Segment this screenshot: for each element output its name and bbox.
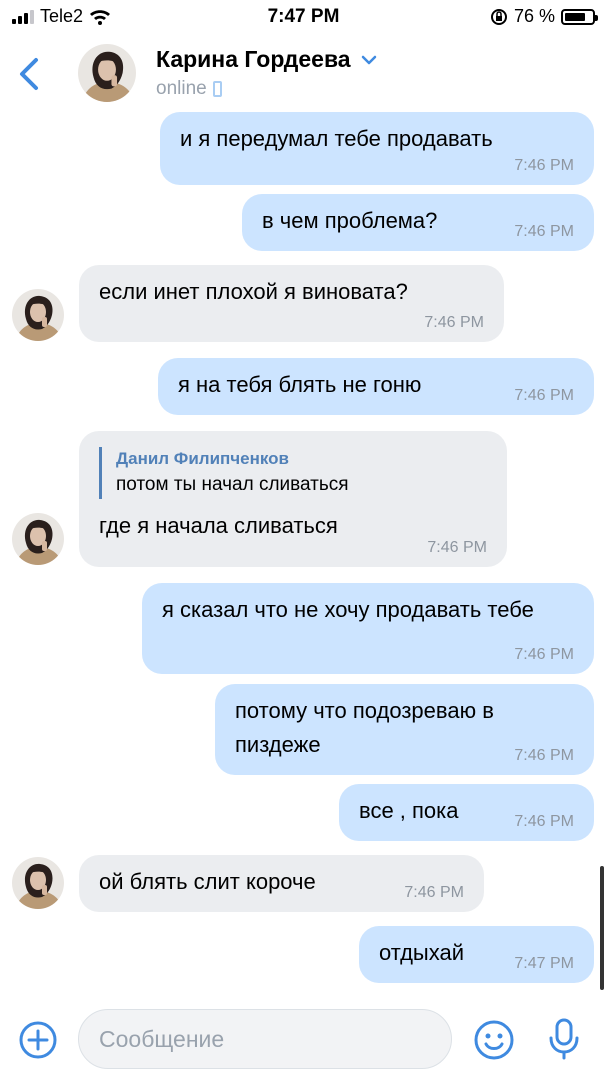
online-label: online bbox=[156, 78, 207, 99]
sender-avatar[interactable] bbox=[12, 513, 64, 565]
phone-icon bbox=[212, 81, 222, 97]
status-bar: Tele2 7:47 PM 76 % bbox=[0, 0, 607, 34]
scrollbar[interactable] bbox=[600, 866, 604, 990]
message-text: и я передумал тебе продавать bbox=[180, 126, 493, 151]
message-bubble-outgoing[interactable]: я на тебя блять не гоню 7:46 PM bbox=[158, 358, 594, 415]
message-bubble-outgoing[interactable]: отдыхай 7:47 PM bbox=[359, 926, 594, 983]
contact-name-button[interactable]: Карина Гордеева bbox=[156, 46, 377, 73]
message-time: 7:46 PM bbox=[514, 813, 574, 830]
message-text: я сказал что не хочу продавать тебе bbox=[162, 597, 534, 622]
chevron-down-icon bbox=[361, 55, 376, 64]
message-bubble-outgoing[interactable]: я сказал что не хочу продавать тебе 7:46… bbox=[142, 583, 594, 674]
sender-avatar[interactable] bbox=[12, 857, 64, 909]
message-time: 7:46 PM bbox=[404, 884, 464, 901]
message-bubble-outgoing[interactable]: все , пока 7:46 PM bbox=[339, 784, 594, 841]
orientation-lock-icon bbox=[490, 8, 507, 25]
message-bubble-outgoing[interactable]: в чем проблема? 7:46 PM bbox=[242, 194, 594, 251]
contact-name: Карина Гордеева bbox=[156, 46, 351, 72]
status-right: 76 % bbox=[490, 6, 598, 27]
sender-avatar[interactable] bbox=[12, 289, 64, 341]
contact-status: online bbox=[156, 78, 222, 100]
message-bubble-incoming[interactable]: если инет плохой я виновата? 7:46 PM bbox=[79, 265, 504, 342]
chat-header: Карина Гордеева online bbox=[0, 34, 607, 112]
contact-avatar[interactable] bbox=[78, 44, 136, 102]
reply-author: Данил Филипченков bbox=[116, 449, 289, 468]
message-bubble-incoming[interactable]: Данил Филипченков потом ты начал сливать… bbox=[79, 431, 507, 567]
message-time: 7:46 PM bbox=[514, 157, 574, 174]
message-time: 7:46 PM bbox=[514, 747, 574, 764]
reply-text: потом ты начал сливаться bbox=[116, 474, 349, 495]
message-input-placeholder: Сообщение bbox=[99, 1025, 225, 1052]
battery-fill bbox=[565, 12, 585, 21]
message-bubble-incoming[interactable]: ой блять слит короче 7:46 PM bbox=[79, 855, 484, 912]
message-text: если инет плохой я виновата? bbox=[99, 279, 408, 304]
smile-icon[interactable] bbox=[473, 1019, 515, 1061]
message-bubble-outgoing[interactable]: потому что подозреваю в пиздеже 7:46 PM bbox=[215, 684, 594, 775]
message-time: 7:46 PM bbox=[514, 387, 574, 404]
message-time: 7:46 PM bbox=[424, 314, 484, 331]
battery-percent: 76 % bbox=[513, 6, 555, 26]
mic-icon[interactable] bbox=[546, 1017, 582, 1061]
battery-icon bbox=[561, 8, 598, 25]
back-arrow-icon[interactable] bbox=[16, 56, 44, 92]
message-bubble-outgoing[interactable]: и я передумал тебе продавать 7:46 PM bbox=[160, 112, 594, 185]
message-time: 7:46 PM bbox=[514, 223, 574, 240]
message-composer: Сообщение bbox=[0, 1000, 607, 1080]
message-time: 7:46 PM bbox=[427, 539, 487, 556]
message-time: 7:47 PM bbox=[514, 955, 574, 972]
reply-quote[interactable]: Данил Филипченков потом ты начал сливать… bbox=[99, 447, 487, 499]
message-input[interactable]: Сообщение bbox=[78, 1009, 452, 1069]
message-text: где я начала сливаться bbox=[99, 513, 338, 538]
message-time: 7:46 PM bbox=[514, 646, 574, 663]
plus-icon[interactable] bbox=[18, 1020, 58, 1060]
